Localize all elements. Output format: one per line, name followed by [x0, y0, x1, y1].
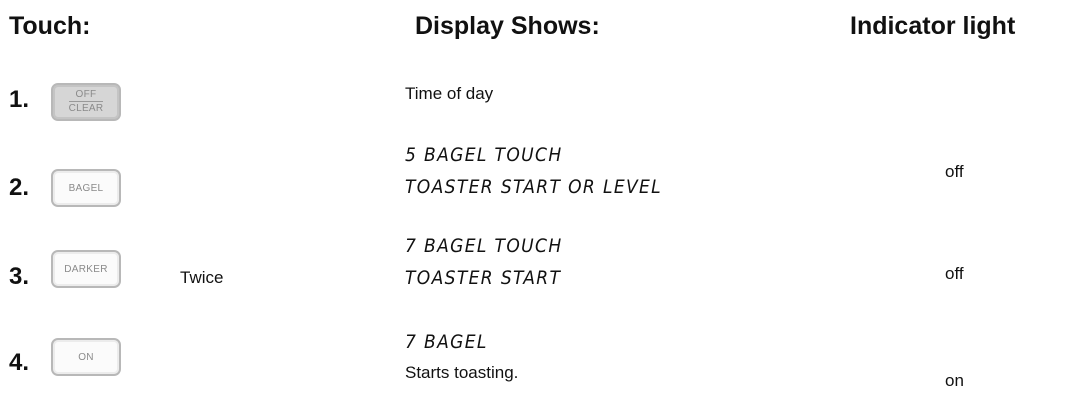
darker-button-label: DARKER: [64, 263, 108, 275]
off-clear-button-label-off: OFF: [75, 89, 97, 100]
header-touch: Touch:: [9, 12, 91, 40]
bagel-button[interactable]: BAGEL: [51, 169, 121, 207]
step-3-number: 3.: [9, 263, 30, 290]
step-2-display-line-2: TOASTER START OR LEVEL: [405, 176, 663, 198]
step-3-indicator: off: [945, 264, 964, 283]
step-1-display-text: Time of day: [405, 84, 494, 103]
header-indicator-light: Indicator light: [850, 12, 1016, 40]
darker-button[interactable]: DARKER: [51, 250, 121, 288]
header-display-shows: Display Shows:: [415, 12, 600, 40]
step-2-indicator: off: [945, 162, 964, 181]
on-button-label: ON: [78, 351, 94, 363]
on-button[interactable]: ON: [51, 338, 121, 376]
bagel-button-label: BAGEL: [68, 182, 104, 194]
step-3-display-line-2: TOASTER START: [405, 267, 562, 289]
step-3-note-twice: Twice: [180, 268, 224, 287]
off-clear-button-label-clear: CLEAR: [68, 101, 104, 114]
step-4-display-line-1: 7 BAGEL: [405, 331, 488, 353]
step-2-number: 2.: [9, 174, 30, 201]
step-4-indicator: on: [945, 371, 964, 390]
step-4-number: 4.: [9, 349, 30, 376]
step-4-display-line-2: Starts toasting.: [405, 363, 519, 382]
step-3-display-line-1: 7 BAGEL TOUCH: [405, 235, 563, 257]
off-clear-button[interactable]: OFF CLEAR: [51, 83, 121, 121]
step-2-display-line-1: 5 BAGEL TOUCH: [405, 144, 563, 166]
step-1-number: 1.: [9, 86, 30, 113]
